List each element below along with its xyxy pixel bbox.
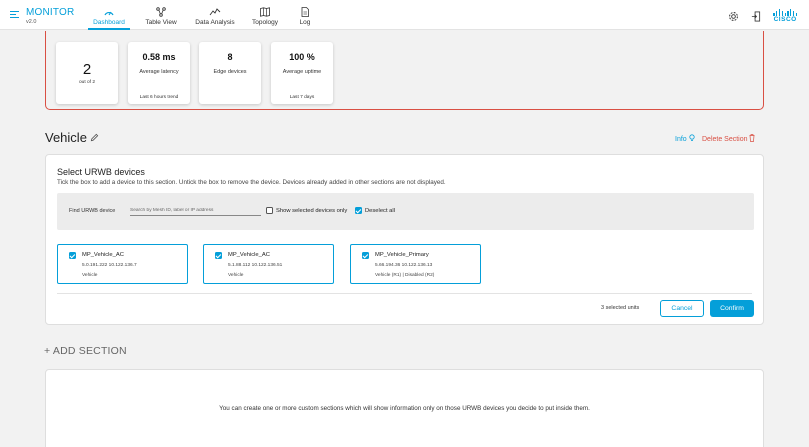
stat-label: Average latency [139, 69, 179, 75]
confirm-button[interactable]: Confirm [710, 300, 754, 317]
deselect-all-checkbox[interactable] [355, 207, 362, 214]
device-name: MP_Vehicle_AC [228, 252, 270, 258]
dashboard-gauge-icon [104, 11, 114, 16]
stats-panel: 2 out of 2 0.58 ms Average latency Last … [45, 31, 764, 110]
nav-table-view[interactable]: Table View [135, 0, 187, 30]
empty-sections-message: You can create one or more custom sectio… [219, 405, 590, 412]
gear-icon[interactable] [728, 11, 739, 22]
app-name: MONITOR [26, 7, 75, 18]
nav-table-view-label: Table View [145, 19, 177, 26]
device-checkbox[interactable] [215, 252, 222, 259]
stat-value: 8 [227, 52, 233, 62]
info-label: Info [675, 136, 687, 143]
stat-value: 100 % [289, 52, 315, 62]
stat-footer: Last 7 days [289, 95, 315, 100]
device-ip: 5.66.194.36 10.122.136.13 [375, 263, 433, 268]
section-title: Vehicle [45, 130, 87, 145]
app-version: v2.0 [26, 19, 37, 25]
lightbulb-icon [689, 134, 695, 141]
device-checkbox[interactable] [362, 252, 369, 259]
nav-data-analysis-label: Data Analysis [195, 19, 235, 26]
device-type: Vehicle [228, 273, 244, 278]
device-search-input[interactable] [130, 205, 261, 216]
nav-dashboard[interactable]: Dashboard [88, 0, 130, 30]
app-brand: MONITOR v2.0 [26, 7, 74, 25]
nav-dashboard-label: Dashboard [93, 19, 125, 26]
device-ip: 5.1.88.112 10.122.136.51 [228, 263, 283, 268]
urwb-description: Tick the box to add a device to this sec… [57, 179, 446, 186]
device-card[interactable]: MP_Vehicle_AC 5.0.191.222 10.122.136.7 V… [57, 244, 188, 284]
deselect-all-option[interactable]: Deselect all [355, 207, 395, 214]
stat-value: 2 [82, 61, 92, 78]
logout-icon[interactable] [751, 11, 761, 22]
info-link[interactable]: Info [675, 134, 695, 143]
delete-section-label: Delete Section [702, 136, 748, 143]
cisco-logo: CISCO [773, 9, 797, 24]
nav-topology[interactable]: Topology [245, 0, 285, 30]
empty-sections-card: You can create one or more custom sectio… [45, 369, 764, 447]
stat-card-latency[interactable]: 0.58 ms Average latency Last 6 hours tre… [128, 42, 190, 104]
device-card[interactable]: MP_Vehicle_AC 5.1.88.112 10.122.136.51 V… [203, 244, 334, 284]
top-bar: MONITOR v2.0 Dashboard Table View Data A… [0, 0, 809, 30]
cancel-button[interactable]: Cancel [660, 300, 704, 317]
main-nav: Dashboard Table View Data Analysis Topol… [88, 0, 320, 30]
add-section-button[interactable]: + ADD SECTION [44, 345, 127, 357]
device-type: Vehicle [82, 273, 98, 278]
device-ip: 5.0.191.222 10.122.136.7 [82, 263, 137, 268]
device-type: Vehicle (R1) | Disabled (R2) [375, 273, 435, 278]
delete-section-link[interactable]: Delete Section [702, 134, 755, 143]
find-device-label: Find URWB device [69, 208, 116, 214]
divider [57, 293, 752, 294]
stat-value: 0.58 ms [142, 52, 176, 62]
pencil-edit-icon[interactable] [90, 133, 99, 142]
cisco-wordmark: CISCO [773, 16, 797, 23]
urwb-title: Select URWB devices [57, 167, 145, 177]
data-analysis-icon [209, 8, 221, 16]
nav-log[interactable]: Log [290, 0, 320, 30]
show-selected-checkbox[interactable] [266, 207, 273, 214]
urwb-selection-card: Select URWB devices Tick the box to add … [45, 154, 764, 325]
header-actions: CISCO [728, 9, 797, 24]
stat-card-edge-devices[interactable]: 8 Edge devices [199, 42, 261, 104]
nav-data-analysis[interactable]: Data Analysis [190, 0, 240, 30]
device-checkbox[interactable] [69, 252, 76, 259]
show-selected-option[interactable]: Show selected devices only [266, 207, 347, 214]
log-file-icon [301, 7, 309, 17]
show-selected-label: Show selected devices only [276, 207, 348, 214]
device-name: MP_Vehicle_Primary [375, 252, 429, 258]
nav-topology-label: Topology [251, 19, 279, 26]
hamburger-menu-icon[interactable] [10, 11, 19, 19]
device-finder-bar: Find URWB device Show selected devices o… [57, 193, 754, 230]
stat-card-uptime[interactable]: 100 % Average uptime Last 7 days [271, 42, 333, 104]
device-card[interactable]: MP_Vehicle_Primary 5.66.194.36 10.122.13… [350, 244, 481, 284]
deselect-all-label: Deselect all [365, 207, 395, 214]
trash-icon [749, 134, 755, 142]
stat-card-units[interactable]: 2 out of 2 [56, 42, 118, 104]
device-name: MP_Vehicle_AC [82, 252, 124, 258]
selected-count: 3 selected units [601, 305, 640, 311]
nav-log-label: Log [299, 19, 311, 26]
topology-map-icon [260, 7, 270, 17]
stat-label: out of 2 [78, 80, 95, 85]
stat-label: Average uptime [282, 69, 322, 75]
stat-footer: Last 6 hours trend [139, 95, 179, 100]
stat-label: Edge devices [213, 69, 247, 75]
table-view-icon [156, 7, 166, 17]
